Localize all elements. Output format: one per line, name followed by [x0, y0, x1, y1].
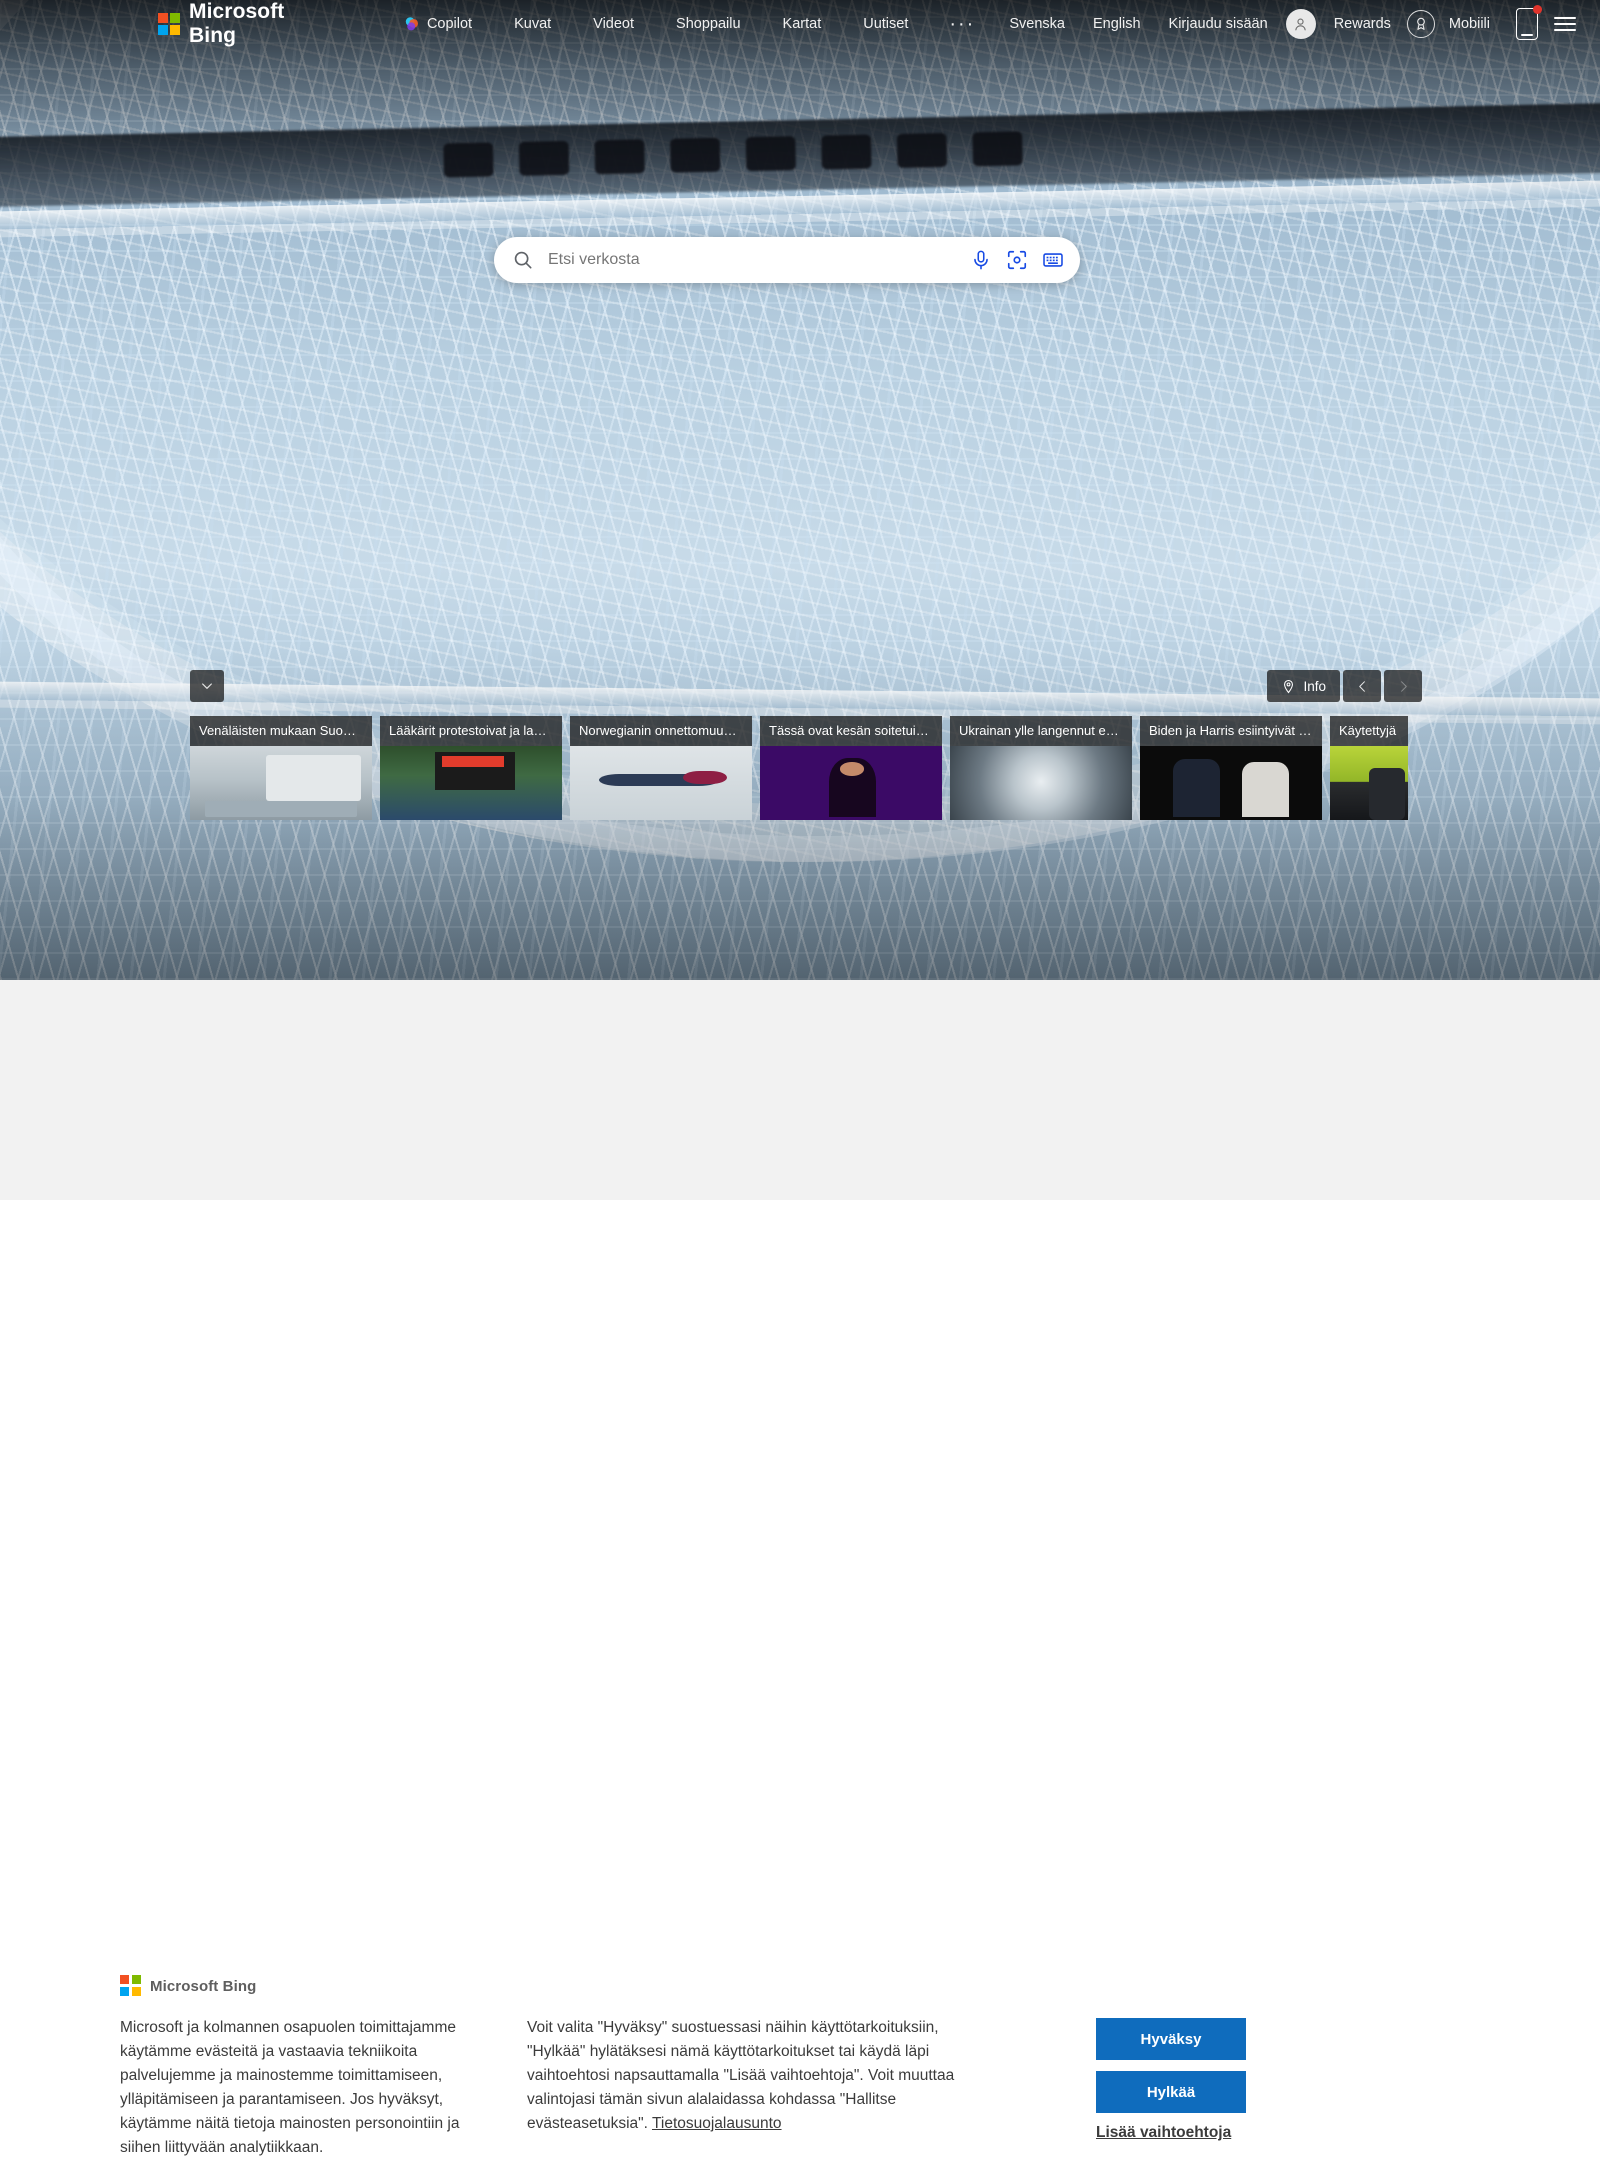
- search-box[interactable]: [494, 237, 1080, 283]
- news-card[interactable]: Venäläisten mukaan Suo…: [190, 716, 372, 820]
- rewards-badge[interactable]: [1406, 10, 1435, 38]
- nav-item-kartat[interactable]: Kartat: [762, 10, 843, 38]
- cookie-consent-banner: Microsoft Bing Microsoft ja kolmannen os…: [0, 980, 1600, 2156]
- nav-item-copilot[interactable]: Copilot: [398, 10, 493, 38]
- microsoft-squares-icon: [158, 13, 180, 35]
- consent-brand-label: Microsoft Bing: [150, 1977, 257, 1995]
- consent-brand: Microsoft Bing: [120, 1975, 256, 1997]
- more-options-link[interactable]: Lisää vaihtoehtoja: [1096, 2124, 1246, 2142]
- hero-controls: Info: [1267, 670, 1422, 702]
- prev-image-button[interactable]: [1343, 670, 1381, 702]
- hamburger-menu-icon[interactable]: [1554, 17, 1576, 31]
- news-card-thumbnail: [950, 746, 1132, 820]
- news-carousel[interactable]: Venäläisten mukaan Suo… Lääkärit protest…: [190, 716, 1412, 834]
- reject-button[interactable]: Hylkää: [1096, 2071, 1246, 2113]
- secondary-nav: Svenska English Kirjaudu sisään Rewards …: [995, 5, 1584, 40]
- search-area: [494, 237, 1080, 283]
- ellipsis-icon[interactable]: ···: [929, 14, 995, 34]
- news-card-title: Biden ja Harris esiintyivät …: [1140, 716, 1322, 746]
- news-card-title: Venäläisten mukaan Suo…: [190, 716, 372, 746]
- image-info-button[interactable]: Info: [1267, 670, 1340, 702]
- nav-label-copilot: Copilot: [426, 16, 473, 32]
- rewards-medal-icon: [1417, 17, 1425, 30]
- nav-label-kartat: Kartat: [782, 16, 822, 32]
- news-card-thumbnail: [1330, 746, 1408, 820]
- image-info-label: Info: [1303, 678, 1326, 694]
- news-card[interactable]: Ukrainan ylle langennut e…: [950, 716, 1132, 820]
- person-avatar-icon: [1295, 18, 1306, 30]
- news-card-title: Ukrainan ylle langennut e…: [950, 716, 1132, 746]
- news-card-title: Lääkärit protestoivat ja lak…: [380, 716, 562, 746]
- news-card-title: Norwegianin onnettomuus…: [570, 716, 752, 746]
- search-input[interactable]: [548, 251, 956, 269]
- news-card[interactable]: Käytettyjä: [1330, 716, 1408, 820]
- nav-item-videot[interactable]: Videot: [572, 10, 655, 38]
- privacy-statement-link[interactable]: Tietosuojalausunto: [652, 2115, 782, 2132]
- consent-actions: Hyväksy Hylkää Lisää vaihtoehtoja: [1096, 2018, 1246, 2142]
- nav-item-kuvat[interactable]: Kuvat: [493, 10, 572, 38]
- primary-nav: Copilot Kuvat Videot Shoppailu Kartat Uu…: [398, 10, 995, 38]
- news-card[interactable]: Lääkärit protestoivat ja lak…: [380, 716, 562, 820]
- location-pin-icon: [1284, 679, 1294, 693]
- collapse-news-button[interactable]: [190, 670, 224, 702]
- microsoft-squares-icon: [120, 1975, 142, 1997]
- nav-label-shoppailu: Shoppailu: [676, 16, 741, 32]
- nav-label-videot: Videot: [593, 16, 635, 32]
- search-icon: [514, 251, 532, 269]
- accept-button[interactable]: Hyväksy: [1096, 2018, 1246, 2060]
- news-card-thumbnail: [570, 746, 752, 820]
- chevron-left-icon: [1358, 680, 1365, 692]
- next-image-button[interactable]: [1384, 670, 1422, 702]
- brand-title: Microsoft Bing: [189, 0, 285, 47]
- news-card[interactable]: Biden ja Harris esiintyivät …: [1140, 716, 1322, 820]
- chevron-down-icon: [202, 683, 212, 689]
- keyboard-icon[interactable]: [1042, 249, 1064, 271]
- mobile-link[interactable]: Mobiili: [1435, 10, 1504, 38]
- consent-paragraph-two: Voit valita "Hyväksy" suostuessasi näihi…: [527, 2016, 977, 2136]
- news-card-thumbnail: [760, 746, 942, 820]
- consent-paragraph-one: Microsoft ja kolmannen osapuolen toimitt…: [120, 2019, 460, 2156]
- news-card-title: Tässä ovat kesän soitetui…: [760, 716, 942, 746]
- news-card-title: Käytettyjä: [1330, 716, 1408, 746]
- copilot-icon: [405, 17, 418, 31]
- visual-search-camera-icon[interactable]: [1006, 249, 1028, 271]
- news-card-thumbnail: [380, 746, 562, 820]
- news-card[interactable]: Tässä ovat kesän soitetui…: [760, 716, 942, 820]
- notification-dot: [1533, 5, 1542, 14]
- news-card-thumbnail: [190, 746, 372, 820]
- language-link-svenska[interactable]: Svenska: [995, 10, 1079, 38]
- nav-item-uutiset[interactable]: Uutiset: [842, 10, 929, 38]
- nav-label-kuvat: Kuvat: [514, 16, 552, 32]
- nav-item-shoppailu[interactable]: Shoppailu: [655, 10, 762, 38]
- chevron-right-icon: [1400, 680, 1407, 692]
- microphone-icon[interactable]: [970, 249, 992, 271]
- news-card-thumbnail: [1140, 746, 1322, 820]
- news-card[interactable]: Norwegianin onnettomuus…: [570, 716, 752, 820]
- language-link-english[interactable]: English: [1079, 10, 1155, 38]
- nav-label-uutiset: Uutiset: [863, 16, 909, 32]
- avatar[interactable]: [1285, 9, 1316, 39]
- bing-logo[interactable]: Microsoft Bing: [158, 0, 336, 48]
- top-navigation-bar: Microsoft Bing Copilot Kuvat Videot Shop…: [0, 0, 1600, 48]
- mobile-phone-icon[interactable]: [1516, 5, 1542, 40]
- rewards-link[interactable]: Rewards: [1320, 10, 1405, 38]
- sign-in-link[interactable]: Kirjaudu sisään: [1155, 10, 1282, 38]
